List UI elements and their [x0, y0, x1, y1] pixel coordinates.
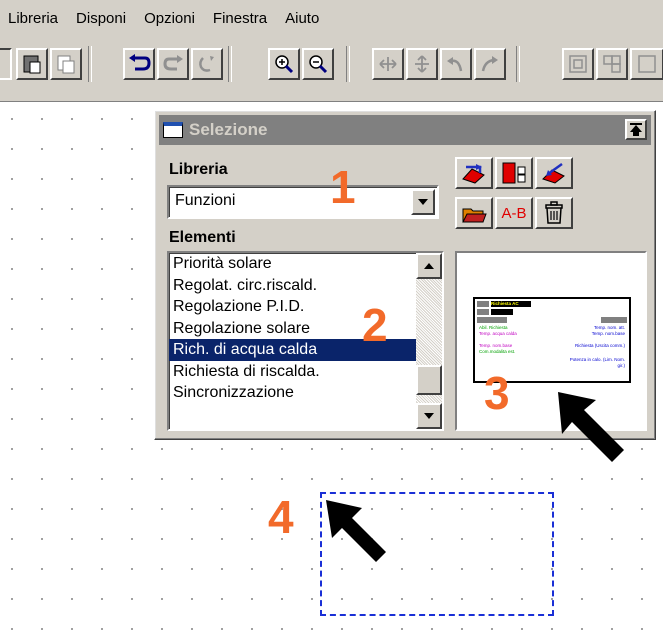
library-dropdown-button[interactable]	[411, 189, 435, 215]
list-item[interactable]: Richiesta di riscalda.	[169, 361, 442, 383]
elements-list: Priorità solare Regolat. circ.riscald. R…	[167, 251, 444, 431]
pin-button[interactable]	[625, 119, 647, 140]
trash-icon	[545, 201, 563, 224]
arrow-pointer-icon	[558, 392, 624, 462]
ungroup-icon	[603, 55, 621, 73]
rename-icon: A-B	[501, 204, 527, 222]
preview-header-tag	[477, 309, 489, 315]
window-icon	[163, 122, 183, 138]
elements-scrollbar[interactable]	[416, 253, 442, 429]
library-select-value: Funzioni	[175, 192, 236, 209]
zoom-in-button[interactable]	[268, 48, 300, 80]
import-icon	[542, 162, 565, 184]
preview-output: Temp. nom.base	[591, 331, 625, 336]
group-button[interactable]	[562, 48, 594, 80]
toolbar-overflow-button[interactable]	[630, 48, 663, 80]
toolbar	[0, 36, 663, 102]
toolbar-partial-button[interactable]	[0, 48, 12, 80]
list-item[interactable]: Sincronizzazione	[169, 382, 442, 404]
zoom-in-icon	[275, 55, 294, 74]
preview-header-tag	[477, 301, 489, 307]
list-item[interactable]: Regolat. circ.riscald.	[169, 275, 442, 297]
move-vertical-icon	[415, 55, 429, 73]
move-vertical-button[interactable]	[406, 48, 438, 80]
preview-header-value	[491, 309, 513, 315]
undo-button[interactable]	[123, 48, 155, 80]
preview-output: Richiesta (Uscita comm.)	[575, 343, 626, 348]
preview-input: Abil. Richiesta	[479, 325, 508, 330]
menu-bar: Libreria Disponi Opzioni Finestra Aiuto	[0, 0, 663, 36]
delete-button[interactable]	[535, 197, 573, 229]
paste-button[interactable]	[16, 48, 48, 80]
open-folder-button[interactable]	[455, 197, 493, 229]
menu-libreria[interactable]: Libreria	[8, 10, 58, 27]
preview-block-name: Richiesta AC	[491, 301, 531, 307]
library-label: Libreria	[169, 161, 228, 178]
ungroup-button[interactable]	[596, 48, 628, 80]
step-number-4: 4	[268, 491, 294, 543]
rename-button[interactable]: A-B	[495, 197, 533, 229]
zoom-out-button[interactable]	[302, 48, 334, 80]
preview-input: Com.modalita est.	[479, 349, 516, 354]
redo-button[interactable]	[157, 48, 189, 80]
menu-finestra[interactable]: Finestra	[213, 10, 267, 27]
list-item[interactable]: Priorità solare	[169, 253, 442, 275]
palette-title: Selezione	[189, 120, 268, 139]
scroll-down-button[interactable]	[416, 403, 442, 429]
preview-output: Temp. nom. att.	[593, 325, 625, 330]
preview-input: Temp. acqua calda	[479, 331, 517, 336]
edit-library-button[interactable]	[455, 157, 493, 189]
export-icon	[502, 162, 526, 184]
elements-label: Elementi	[169, 229, 236, 246]
preview-header-tag	[477, 317, 507, 323]
library-select[interactable]: Funzioni	[167, 185, 439, 219]
align-icon	[638, 55, 656, 73]
import-button[interactable]	[535, 157, 573, 189]
copy-format-button[interactable]	[50, 48, 82, 80]
move-horizontal-icon	[379, 57, 397, 71]
arrow-down-icon	[424, 413, 434, 419]
copy-format-icon	[57, 55, 75, 74]
rotate-right-icon	[481, 56, 498, 72]
redo-icon	[163, 55, 183, 71]
step-number-2: 2	[362, 299, 388, 351]
export-button[interactable]	[495, 157, 533, 189]
drop-placeholder[interactable]	[320, 492, 554, 616]
rotate-left-icon	[447, 57, 463, 72]
zoom-out-icon	[309, 55, 328, 74]
menu-opzioni[interactable]: Opzioni	[144, 10, 195, 27]
preview-header-tag	[601, 317, 627, 323]
list-item[interactable]: Regolazione solare	[169, 318, 442, 340]
scroll-thumb[interactable]	[416, 365, 442, 395]
chevron-down-icon	[418, 199, 428, 205]
refresh-button[interactable]	[191, 48, 223, 80]
refresh-icon	[199, 56, 214, 72]
group-icon	[569, 55, 587, 73]
list-item-selected[interactable]: Rich. di acqua calda	[169, 339, 442, 361]
open-folder-icon	[462, 208, 487, 223]
rotate-left-button[interactable]	[440, 48, 472, 80]
preview-output: Potenza in calo. (Lim. Nom. gir.)	[569, 357, 625, 368]
pin-icon	[630, 123, 642, 136]
menu-disponi[interactable]: Disponi	[76, 10, 126, 27]
arrow-up-icon	[424, 263, 434, 269]
step-number-3: 3	[484, 367, 510, 419]
palette-titlebar[interactable]: Selezione	[159, 115, 651, 145]
edit-library-icon	[462, 164, 485, 184]
paste-icon	[23, 55, 41, 74]
menu-aiuto[interactable]: Aiuto	[285, 10, 319, 27]
preview-input: Temp. nom.base	[479, 343, 513, 348]
step-number-1: 1	[330, 161, 356, 213]
move-horizontal-button[interactable]	[372, 48, 404, 80]
rotate-right-button[interactable]	[474, 48, 506, 80]
list-item[interactable]: Regolazione P.I.D.	[169, 296, 442, 318]
undo-icon	[129, 54, 151, 71]
scroll-up-button[interactable]	[416, 253, 442, 279]
